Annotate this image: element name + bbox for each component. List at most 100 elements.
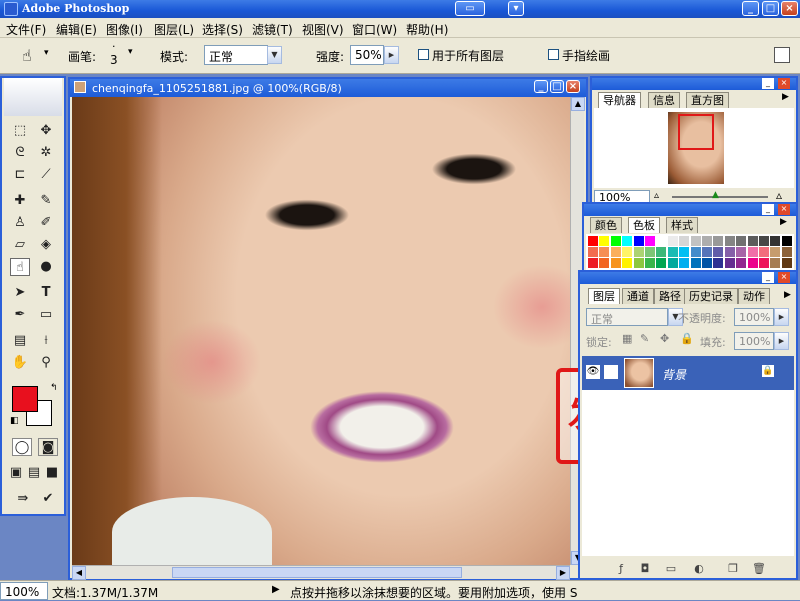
standard-screen-mode-icon[interactable]: ▣ — [8, 464, 24, 482]
new-layer-set-icon[interactable]: ▭ — [664, 562, 678, 576]
layers-minimize-icon[interactable]: _ — [762, 272, 774, 283]
tab-info[interactable]: 信息 — [648, 92, 680, 108]
pen-tool-icon[interactable]: ✒ — [10, 306, 30, 324]
scroll-up-icon[interactable]: ▲ — [571, 97, 585, 111]
color-swatch[interactable] — [747, 236, 758, 246]
tab-styles[interactable]: 样式 — [666, 217, 698, 233]
eyedropper-tool-icon[interactable]: ⟊ — [36, 332, 56, 350]
swatches-menu-icon[interactable]: ▶ — [780, 217, 787, 227]
doc-minimize-button[interactable]: _ — [534, 80, 548, 93]
color-swatch[interactable] — [645, 258, 655, 268]
tab-channels[interactable]: 通道 — [622, 288, 654, 304]
swatch-minimize-icon[interactable]: _ — [762, 204, 774, 215]
eraser-tool-icon[interactable]: ▱ — [10, 236, 30, 254]
layer-link-icon[interactable] — [604, 365, 618, 379]
lock-transparent-icon[interactable]: ▦ — [622, 332, 632, 345]
swatch-close-icon[interactable]: × — [778, 204, 790, 215]
menu-window[interactable]: 窗口(W) — [352, 21, 397, 38]
color-swatch[interactable] — [588, 247, 598, 257]
doc-maximize-button[interactable]: □ — [550, 80, 564, 93]
navigator-view-box[interactable] — [678, 114, 714, 150]
finger-paint-checkbox[interactable] — [548, 49, 559, 60]
fill-input[interactable]: 100% — [734, 332, 774, 350]
healing-brush-tool-icon[interactable]: ✚ — [10, 192, 30, 210]
path-selection-tool-icon[interactable]: ➤ — [10, 284, 30, 302]
color-swatch[interactable] — [690, 247, 701, 257]
zoom-in-icon[interactable]: ▵ — [776, 188, 782, 202]
zoom-out-icon[interactable]: ▵ — [654, 190, 659, 201]
magic-wand-tool-icon[interactable]: ✲ — [36, 144, 56, 162]
notes-tool-icon[interactable]: ▤ — [10, 332, 30, 350]
crop-tool-icon[interactable]: ⊏ — [10, 166, 30, 184]
color-swatch[interactable] — [679, 236, 690, 246]
swatch-grid[interactable] — [586, 234, 794, 270]
tab-layers[interactable]: 图层 — [588, 288, 620, 304]
color-swatch[interactable] — [736, 236, 747, 246]
add-layer-style-icon[interactable]: ƒ — [614, 562, 628, 576]
layers-menu-icon[interactable]: ▶ — [784, 290, 791, 300]
color-swatch[interactable] — [610, 247, 621, 257]
fill-slider-button[interactable]: ▶ — [774, 332, 789, 350]
navigator-zoom-slider[interactable] — [672, 196, 768, 198]
type-tool-icon[interactable]: T — [36, 284, 56, 302]
color-swatch[interactable] — [667, 247, 678, 257]
layer-row-background[interactable]: 👁 背景 🔒 — [582, 356, 794, 390]
tab-actions[interactable]: 动作 — [738, 288, 770, 304]
palette-well-icon[interactable] — [774, 47, 790, 63]
tab-swatches[interactable]: 色板 — [628, 217, 660, 233]
color-swatch[interactable] — [770, 247, 781, 257]
full-screen-menu-mode-icon[interactable]: ▤ — [26, 464, 42, 482]
new-layer-icon[interactable]: ❐ — [726, 562, 740, 576]
color-swatch[interactable] — [781, 258, 792, 268]
color-swatch[interactable] — [781, 247, 792, 257]
nav-close-icon[interactable]: × — [778, 78, 790, 89]
document-size-info[interactable]: 文档:1.37M/1.37M — [52, 584, 158, 601]
smudge-tool-preset-icon[interactable]: ☝ — [22, 46, 32, 65]
paint-bucket-tool-icon[interactable]: ◈ — [36, 236, 56, 254]
tab-history[interactable]: 历史记录 — [684, 288, 738, 304]
swap-colors-icon[interactable]: ↰ — [50, 383, 58, 393]
strength-input[interactable]: 50% — [350, 45, 384, 65]
color-swatch[interactable] — [724, 247, 735, 257]
history-brush-tool-icon[interactable]: ✐ — [36, 214, 56, 232]
new-adjustment-layer-icon[interactable]: ◐ — [692, 562, 706, 576]
color-swatch[interactable] — [759, 236, 769, 246]
standard-mode-icon[interactable]: ◯ — [12, 438, 32, 456]
color-swatch[interactable] — [622, 258, 633, 268]
color-swatch[interactable] — [713, 236, 724, 246]
minimize-button[interactable]: _ — [742, 1, 759, 16]
brush-tool-icon[interactable]: ✎ — [36, 192, 56, 210]
color-swatch[interactable] — [736, 258, 747, 268]
nav-minimize-icon[interactable]: _ — [762, 78, 774, 89]
rectangle-tool-icon[interactable]: ▭ — [36, 306, 56, 324]
navigator-menu-icon[interactable]: ▶ — [782, 92, 789, 102]
dropdown-icon[interactable]: ▾ — [508, 1, 524, 16]
color-swatch[interactable] — [770, 236, 781, 246]
slice-tool-icon[interactable]: ⟋ — [36, 166, 56, 184]
doc-close-button[interactable]: × — [566, 80, 580, 93]
lock-position-icon[interactable]: ✥ — [660, 332, 669, 345]
hand-tool-icon[interactable]: ✋ — [10, 354, 30, 372]
foreground-color-fill[interactable] — [12, 386, 38, 412]
default-colors-icon[interactable]: ◧ — [10, 416, 19, 426]
tab-color[interactable]: 颜色 — [590, 217, 622, 233]
lock-image-icon[interactable]: ✎ — [640, 332, 649, 345]
mode-dropdown-arrow[interactable]: ▼ — [267, 46, 282, 64]
blend-mode-select[interactable]: 正常 — [586, 308, 668, 326]
opacity-input[interactable]: 100% — [734, 308, 774, 326]
color-swatch[interactable] — [588, 236, 598, 246]
opacity-slider-button[interactable]: ▶ — [774, 308, 789, 326]
color-swatch[interactable] — [724, 258, 735, 268]
color-swatch[interactable] — [679, 258, 690, 268]
color-swatch[interactable] — [645, 236, 655, 246]
tab-paths[interactable]: 路径 — [654, 288, 686, 304]
color-swatch[interactable] — [633, 236, 644, 246]
delete-layer-icon[interactable]: 🗑 — [752, 562, 766, 576]
lasso-tool-icon[interactable]: ᘓ — [10, 144, 30, 162]
smudge-tool-icon[interactable]: ☝ — [10, 258, 30, 276]
color-swatch[interactable] — [713, 247, 724, 257]
menu-view[interactable]: 视图(V) — [302, 21, 344, 38]
scroll-right-icon[interactable]: ▶ — [556, 566, 570, 580]
color-swatch[interactable] — [759, 247, 769, 257]
tab-navigator[interactable]: 导航器 — [598, 92, 641, 108]
